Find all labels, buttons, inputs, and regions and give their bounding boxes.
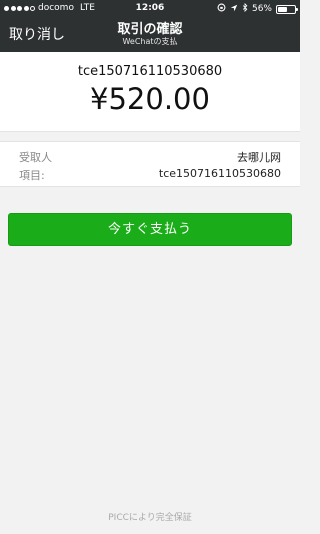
payee-label: 受取人 bbox=[19, 151, 52, 164]
amount-section: tce150716110530680 ¥520.00 bbox=[0, 52, 300, 131]
battery-percent: 56% bbox=[251, 4, 272, 14]
item-row: 項目: tce150716110530680 bbox=[0, 165, 300, 183]
insurance-footer: PICCにより完全保証 bbox=[108, 513, 192, 523]
section-divider bbox=[0, 131, 300, 132]
battery-tip bbox=[296, 8, 298, 11]
status-right: 56% bbox=[217, 2, 298, 15]
page-title: 取引の確認 bbox=[117, 22, 183, 37]
item-value: tce150716110530680 bbox=[158, 167, 281, 180]
payee-value: 去哪儿网 bbox=[237, 151, 281, 164]
battery-icon bbox=[276, 4, 298, 14]
header: docomo LTE 12:06 56% 取り消し 取引の確認 WeChatの支… bbox=[0, 0, 300, 52]
nav-bar: 取り消し 取引の確認 WeChatの支払 bbox=[0, 16, 300, 52]
payment-confirm-screen: docomo LTE 12:06 56% 取り消し 取引の確認 WeChatの支… bbox=[0, 0, 300, 534]
bluetooth-icon bbox=[242, 2, 248, 15]
location-arrow-icon bbox=[230, 4, 238, 15]
item-label: 項目: bbox=[19, 169, 45, 182]
status-bar: docomo LTE 12:06 56% bbox=[0, 0, 300, 16]
battery-fill bbox=[278, 6, 287, 12]
page-subtitle: WeChatの支払 bbox=[122, 37, 178, 46]
pay-now-button[interactable]: 今すぐ支払う bbox=[8, 213, 292, 246]
payment-amount: ¥520.00 bbox=[90, 82, 210, 116]
lock-rotation-icon bbox=[217, 3, 226, 15]
payee-row: 受取人 去哪儿网 bbox=[0, 147, 300, 165]
order-id: tce150716110530680 bbox=[77, 64, 223, 79]
payment-details: 受取人 去哪儿网 項目: tce150716110530680 bbox=[0, 141, 300, 187]
